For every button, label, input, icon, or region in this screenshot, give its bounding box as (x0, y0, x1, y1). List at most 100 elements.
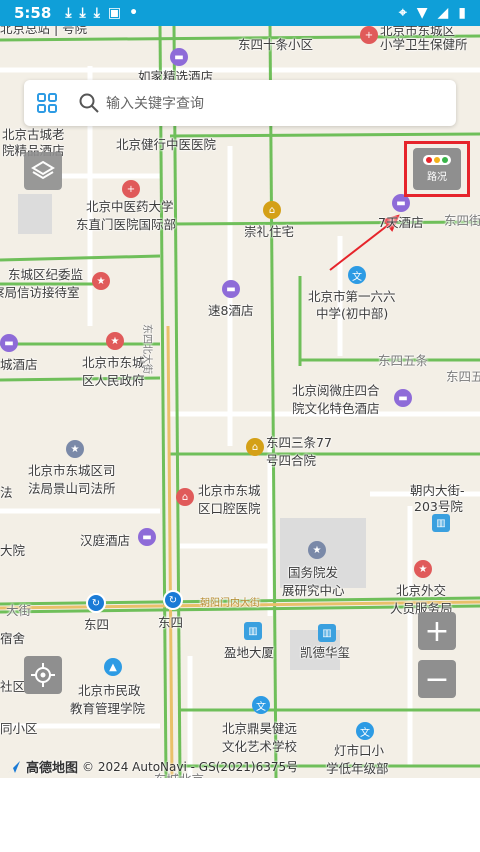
search-icon (79, 93, 99, 113)
map-label: 汉庭酒店 (80, 533, 131, 548)
map-label: 北京健行中医医院 (116, 137, 217, 152)
map-label: 文化艺术学校 (222, 739, 298, 754)
download-icon: ⤓ (65, 5, 72, 21)
map-label: 东四街 (444, 213, 480, 228)
map-label: 东四 (84, 617, 110, 632)
metro-icon[interactable]: ↻ (86, 593, 106, 613)
dot-icon: • (129, 5, 139, 21)
status-time: 5:58 (14, 4, 52, 22)
map-label: 203号院 (414, 499, 463, 514)
map-label: 北京市东城区司 (28, 463, 116, 478)
hotel-icon[interactable]: ▬ (222, 280, 240, 298)
text-icon: ▣ (107, 5, 122, 21)
copyright-text: © 2024 AutoNavi - GS(2021)6375号 (82, 760, 299, 774)
bottom-panel (0, 778, 480, 852)
map-label: 北京阅微庄四合 (292, 383, 380, 398)
map-label: 北京外交 (396, 583, 447, 598)
map-label: 北京中医药大学 (86, 199, 174, 214)
map-label: 7天酒店 (378, 215, 424, 230)
highlight-box (404, 141, 470, 197)
map-label: 朝阳门内大街 (200, 598, 260, 609)
map-label: 宿舍 (0, 631, 26, 646)
map-label: 城酒店 (0, 357, 38, 372)
map-label: 展研究中心 (282, 583, 345, 598)
map-label: 东四十条小区 (238, 37, 314, 52)
map-label: 北京鼎昊健远 (222, 721, 298, 736)
hotel-icon[interactable]: ▬ (170, 48, 188, 66)
building-icon[interactable]: ▥ (244, 622, 262, 640)
map-label: 北京市民政 (78, 683, 141, 698)
amap-logo-icon (8, 760, 20, 773)
apps-grid-icon[interactable] (24, 80, 70, 126)
map-label: 学低年级部 (326, 761, 389, 776)
government-icon[interactable]: ★ (308, 541, 326, 559)
map-label: 区人民政府 (82, 373, 145, 388)
map-label: 北京总站 | 号院 (0, 26, 88, 36)
government-icon[interactable]: ★ (414, 560, 432, 578)
map-label: 东四 (158, 615, 184, 630)
map-label: 院文化特色酒店 (292, 401, 380, 416)
map-label: 法局景山司法所 (28, 481, 116, 496)
map-label: 察局信访接待室 (0, 285, 80, 300)
map-label: 小学卫生保健所 (380, 37, 468, 52)
map-label: 东城区纪委监 (8, 267, 84, 282)
wifi-icon: ▼ (416, 5, 428, 21)
map-label: 东四三条77 (266, 435, 332, 450)
map-label: 中学(初中部) (316, 306, 389, 321)
hotel-icon[interactable]: ▬ (138, 528, 156, 546)
map-label: 大院 (0, 543, 26, 558)
map-label: 灯市口小 (334, 743, 385, 758)
map-label: 盈地大厦 (224, 645, 275, 660)
map-view[interactable]: ▬ + + ⌂ ▬ ★ ▬ 文 ★ ▬ ▬ ⌂ ★ ⌂ ▥ ▬ ★ ★ ↻ ↻ … (0, 26, 480, 778)
map-label: 大街 (6, 603, 32, 618)
government-icon[interactable]: ★ (106, 332, 124, 350)
map-label: 东直门医院国际部 (76, 217, 177, 232)
status-bar: 5:58 ⤓ ⤓ ⤓ ▣ • ⌖ ▼ ◢ ▮ (0, 0, 480, 26)
map-label: 凯德华玺 (300, 645, 351, 660)
map-label: 东四五 (446, 369, 480, 384)
download-icon: ⤓ (93, 5, 100, 21)
building-icon[interactable]: ▥ (432, 514, 450, 532)
hospital-icon[interactable]: ⌂ (176, 488, 194, 506)
map-label: 东四北大街 (141, 324, 152, 374)
map-attribution: 高德地图 © 2024 AutoNavi - GS(2021)6375号 (6, 757, 298, 776)
school-icon[interactable]: 文 (252, 696, 270, 714)
locate-button[interactable] (24, 656, 62, 694)
map-label: 区口腔医院 (198, 501, 261, 516)
landmark-icon[interactable]: ⌂ (263, 201, 281, 219)
map-label: 社区 (0, 679, 26, 694)
landmark-icon[interactable]: ⌂ (246, 438, 264, 456)
zoom-in-button[interactable]: + (418, 612, 456, 650)
map-label: 国务院发 (288, 565, 339, 580)
map-label: 法 (0, 485, 13, 500)
court-icon[interactable]: ★ (66, 440, 84, 458)
layers-icon (31, 160, 55, 180)
building-icon[interactable]: ▥ (318, 624, 336, 642)
government-icon[interactable]: ★ (92, 272, 110, 290)
metro-icon[interactable]: ↻ (163, 590, 183, 610)
amap-logo-text: 高德地图 (26, 761, 79, 776)
map-label: 教育管理学院 (70, 701, 146, 716)
school-icon[interactable]: 文 (348, 266, 366, 284)
school-icon[interactable]: 文 (356, 722, 374, 740)
map-label: 崇礼住宅 (244, 224, 295, 239)
location-icon: ⌖ (398, 5, 407, 21)
school-icon[interactable]: ▲ (104, 658, 122, 676)
search-input[interactable]: 输入关键字查询 (106, 93, 204, 113)
hotel-icon[interactable]: ▬ (0, 334, 18, 352)
map-label: 同小区 (0, 721, 38, 736)
hotel-icon[interactable]: ▬ (394, 389, 412, 407)
map-label: 北京市东城 (198, 483, 261, 498)
hospital-icon[interactable]: + (360, 26, 378, 44)
map-label: 号四合院 (266, 453, 317, 468)
battery-icon: ▮ (458, 5, 466, 21)
download-icon: ⤓ (79, 5, 86, 21)
zoom-out-button[interactable]: − (418, 660, 456, 698)
search-bar[interactable]: 输入关键字查询 (24, 80, 456, 126)
map-label: 北京市东城 (82, 355, 145, 370)
map-label: 东四五条 (378, 353, 429, 368)
crosshair-icon (31, 663, 55, 687)
layers-button[interactable] (24, 152, 62, 190)
signal-icon: ◢ (437, 5, 449, 21)
map-label: 速8酒店 (208, 303, 254, 318)
